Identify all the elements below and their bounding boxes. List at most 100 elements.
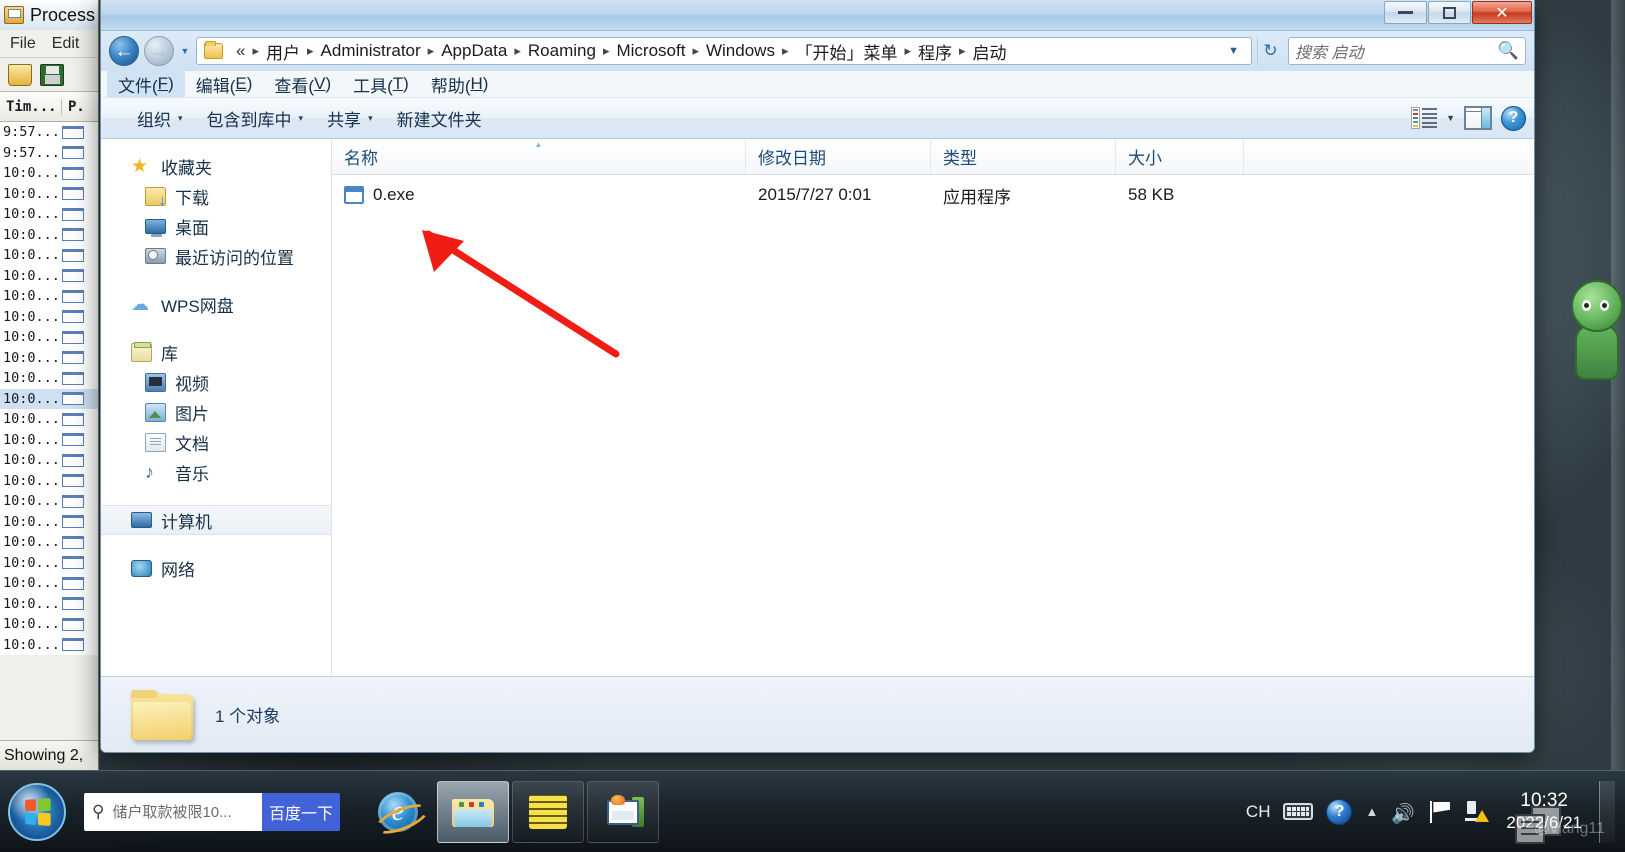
pm-row[interactable]: 10:0...: [0, 163, 98, 184]
breadcrumb-item-4[interactable]: Roaming: [523, 40, 601, 62]
sidebar-item-5[interactable]: ☁ WPS网盘: [101, 289, 331, 319]
new-folder-button[interactable]: 新建文件夹: [385, 101, 494, 136]
pm-row[interactable]: 10:0...: [0, 225, 98, 246]
pm-row[interactable]: 10:0...: [0, 553, 98, 574]
pm-column-time[interactable]: Tim...: [0, 98, 62, 115]
breadcrumb-item-5[interactable]: Microsoft: [611, 40, 690, 62]
breadcrumb-separator-icon[interactable]: ▸: [690, 43, 701, 59]
breadcrumb-item-8[interactable]: 程序: [913, 38, 957, 64]
refresh-button[interactable]: ↻: [1257, 37, 1283, 65]
taskbar-item-notes[interactable]: [587, 780, 659, 843]
ime-indicator[interactable]: CH: [1246, 802, 1271, 822]
pm-row[interactable]: 10:0...: [0, 184, 98, 205]
taskbar-app-buttons[interactable]: e: [362, 780, 659, 843]
save-icon[interactable]: [40, 63, 64, 86]
process-monitor-toolbar[interactable]: [0, 58, 98, 92]
recent-pages-dropdown[interactable]: ▼: [179, 46, 191, 56]
menu-item-5[interactable]: 帮助(H): [420, 71, 500, 97]
sidebar-item-6[interactable]: 库: [101, 337, 331, 367]
sidebar-item-4[interactable]: 最近访问的位置: [101, 241, 331, 271]
explorer-address-row[interactable]: ← → ▼ «▸ 用户 ▸ Administrator ▸ AppData ▸ Roaming…: [101, 31, 1534, 71]
process-monitor-menubar[interactable]: File Edit: [0, 30, 98, 58]
column-headers[interactable]: 名称 修改日期 类型 大小: [332, 139, 1534, 175]
minimize-button[interactable]: [1384, 1, 1427, 24]
flag-icon[interactable]: [1430, 800, 1452, 823]
taskbar-item-windows-explorer[interactable]: [437, 780, 509, 843]
pm-row[interactable]: 10:0...: [0, 512, 98, 533]
breadcrumb-separator-icon[interactable]: ▸: [426, 43, 437, 59]
process-monitor-row-list[interactable]: 9:57... 9:57... 10:0... 10:0... 10:0... 10:0.…: [0, 122, 98, 655]
view-layout-icon[interactable]: [1411, 107, 1438, 129]
back-button[interactable]: ←: [109, 36, 139, 66]
close-button[interactable]: ✕: [1472, 1, 1532, 24]
explorer-titlebar[interactable]: ✕: [101, 0, 1534, 31]
pm-row[interactable]: 10:0...: [0, 532, 98, 553]
pm-row[interactable]: 10:0...: [0, 204, 98, 225]
speaker-icon[interactable]: 🔊: [1391, 802, 1417, 825]
preview-pane-icon[interactable]: [1464, 106, 1492, 130]
menu-item-1[interactable]: 文件(F): [107, 71, 185, 97]
help-icon[interactable]: ?: [1501, 105, 1526, 131]
pm-row[interactable]: 10:0...: [0, 245, 98, 266]
file-rows[interactable]: 0.exe 2015/7/27 0:01 应用程序 58 KB: [332, 175, 1534, 676]
breadcrumb-item-1[interactable]: 用户: [261, 38, 305, 64]
pm-row[interactable]: 10:0...: [0, 409, 98, 430]
breadcrumb-separator-icon[interactable]: ▸: [512, 43, 523, 59]
file-name-cell[interactable]: 0.exe: [332, 185, 746, 205]
pm-row[interactable]: 10:0...: [0, 491, 98, 512]
pm-row[interactable]: 10:0...: [0, 286, 98, 307]
pm-row[interactable]: 10:0...: [0, 594, 98, 615]
sidebar-item-1[interactable]: ★ 收藏夹: [101, 151, 331, 181]
breadcrumb[interactable]: «▸ 用户 ▸ Administrator ▸ AppData ▸ Roaming ▸ Micro…: [229, 38, 1220, 64]
sidebar-item-8[interactable]: 图片: [101, 397, 331, 427]
breadcrumb-separator-icon[interactable]: ▸: [305, 43, 316, 59]
breadcrumb-item-7[interactable]: 「开始」菜单: [790, 38, 902, 64]
forward-button[interactable]: →: [144, 36, 174, 66]
explorer-window[interactable]: ✕ ← → ▼ «▸ 用户 ▸ Administrator ▸ AppData ▸ Roami…: [100, 0, 1535, 753]
column-header-4[interactable]: 大小: [1116, 139, 1244, 174]
breadcrumb-separator-icon[interactable]: ▸: [601, 43, 612, 59]
sidebar-item-11[interactable]: 计算机: [101, 505, 331, 535]
pm-row[interactable]: 10:0...: [0, 266, 98, 287]
pm-row[interactable]: 10:0...: [0, 635, 98, 656]
search-input[interactable]: 搜索 启动 🔍: [1288, 37, 1526, 65]
address-bar[interactable]: «▸ 用户 ▸ Administrator ▸ AppData ▸ Roaming ▸ Micro…: [196, 37, 1252, 65]
breadcrumb-separator-icon[interactable]: ▸: [902, 43, 913, 59]
column-header-1[interactable]: 名称: [332, 139, 746, 174]
pm-row[interactable]: 10:0...: [0, 388, 98, 409]
organize-button[interactable]: 组织 ▾: [125, 101, 195, 136]
menu-item-3[interactable]: 查看(V): [263, 71, 342, 97]
file-list-pane[interactable]: 名称 修改日期 类型 大小 0.exe 2015/7/27 0:01 应用程序 58 KB: [332, 139, 1534, 676]
breadcrumb-separator-icon[interactable]: ▸: [780, 43, 791, 59]
pm-row[interactable]: 10:0...: [0, 348, 98, 369]
pm-row[interactable]: 10:0...: [0, 368, 98, 389]
pm-row[interactable]: 10:0...: [0, 450, 98, 471]
process-monitor-column-headers[interactable]: Tim... P.: [0, 92, 98, 122]
sidebar-item-12[interactable]: 网络: [101, 553, 331, 583]
pm-row[interactable]: 10:0...: [0, 327, 98, 348]
maximize-button[interactable]: [1428, 1, 1471, 24]
taskbar-item-process-monitor[interactable]: [512, 780, 584, 843]
pm-row[interactable]: 10:0...: [0, 471, 98, 492]
pm-menu-edit[interactable]: Edit: [52, 35, 80, 53]
pm-column-process[interactable]: P.: [62, 99, 85, 115]
sidebar-item-3[interactable]: 桌面: [101, 211, 331, 241]
share-button[interactable]: 共享 ▾: [315, 101, 385, 136]
explorer-menubar[interactable]: 文件(F) 编辑(E) 查看(V) 工具(T) 帮助(H): [101, 71, 1534, 98]
ime-help-icon[interactable]: ?: [1326, 798, 1353, 825]
sidebar-item-7[interactable]: 视频: [101, 367, 331, 397]
breadcrumb-overflow[interactable]: «: [229, 40, 250, 62]
window-controls[interactable]: ✕: [1384, 1, 1532, 24]
pm-menu-file[interactable]: File: [10, 35, 36, 53]
breadcrumb-separator-icon[interactable]: ▸: [250, 43, 261, 59]
taskbar[interactable]: ⚲ 储户取款被限10... 百度一下 e CH ? ▲ 🔊 10:32 @vla…: [0, 770, 1625, 852]
breadcrumb-item-6[interactable]: Windows: [701, 40, 780, 62]
explorer-toolbar[interactable]: 组织 ▾ 包含到库中 ▾ 共享 ▾ 新建文件夹 ▼ ?: [101, 98, 1534, 139]
pm-row[interactable]: 10:0...: [0, 430, 98, 451]
view-chevron-down-icon[interactable]: ▼: [1446, 113, 1455, 123]
column-header-2[interactable]: 修改日期: [746, 139, 931, 174]
start-button[interactable]: [8, 782, 66, 841]
column-header-3[interactable]: 类型: [931, 139, 1116, 174]
breadcrumb-separator-icon[interactable]: ▸: [957, 43, 968, 59]
baidu-search-widget[interactable]: ⚲ 储户取款被限10... 百度一下: [84, 792, 340, 831]
